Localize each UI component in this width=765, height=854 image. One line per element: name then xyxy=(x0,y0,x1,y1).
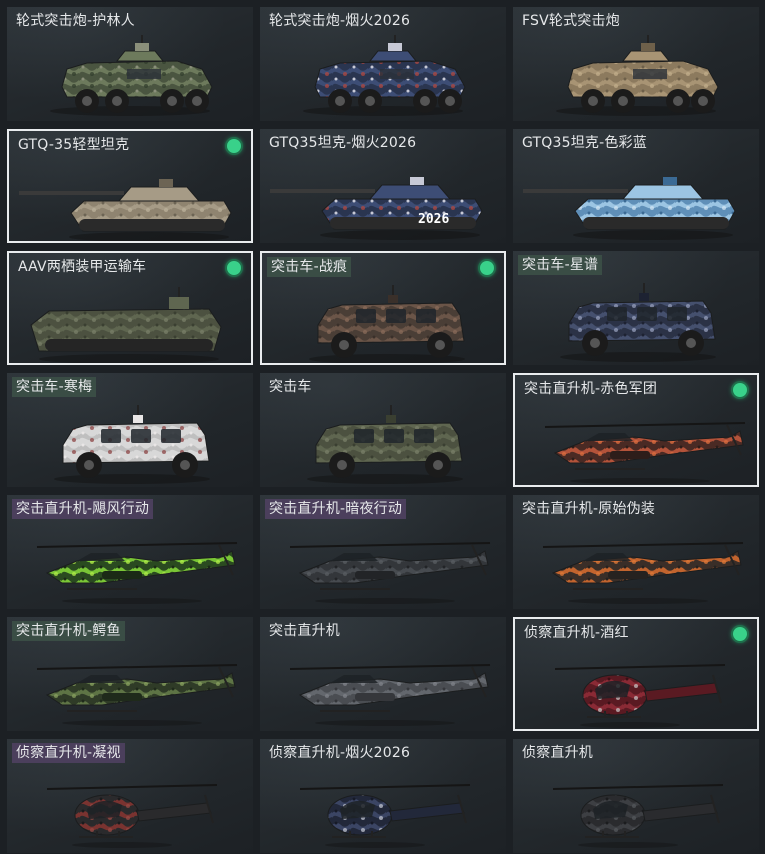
truck-image xyxy=(307,405,463,484)
vehicle-skin-card[interactable]: AAV两栖装甲运输车 xyxy=(7,251,253,365)
truck-image xyxy=(560,283,716,362)
vehicle-skin-name: 轮式突击炮-烟火2026 xyxy=(269,13,411,29)
attack-heli-image xyxy=(289,542,491,604)
vehicle-skin-card[interactable]: GTQ35坦克-烟火2026 2026 xyxy=(260,129,506,243)
amphibious-image xyxy=(30,287,222,363)
vehicle-skin-name: GTQ-35轻型坦克 xyxy=(18,137,130,153)
svg-text:2026: 2026 xyxy=(418,212,449,227)
scout-heli-image xyxy=(299,784,471,848)
vehicle-skin-card[interactable]: 突击直升机-暗夜行动 xyxy=(260,495,506,609)
vehicle-skin-name: AAV两栖装甲运输车 xyxy=(18,259,147,275)
attack-heli-image xyxy=(289,664,491,726)
attack-heli-image xyxy=(36,542,238,604)
vehicle-skin-card[interactable]: 突击车-寒梅 xyxy=(7,373,253,487)
wheeled-gun-image xyxy=(50,35,213,116)
attack-heli-image xyxy=(544,422,746,484)
vehicle-skin-name: FSV轮式突击炮 xyxy=(522,13,620,29)
tank-image xyxy=(523,177,736,240)
truck-image xyxy=(309,285,465,363)
wheeled-gun-image xyxy=(556,35,719,116)
tank-image: 2026 xyxy=(270,177,483,240)
vehicle-skin-card[interactable]: 突击直升机-鳄鱼 xyxy=(7,617,253,731)
scout-heli-image xyxy=(554,664,726,728)
vehicle-skin-name: 突击车-星谱 xyxy=(518,255,603,275)
truck-image xyxy=(54,405,210,484)
vehicle-skin-card[interactable]: 突击车-战痕 xyxy=(260,251,506,365)
vehicle-skin-name: 突击直升机-赤色军团 xyxy=(524,381,658,397)
vehicle-skin-name: 突击直升机-鳄鱼 xyxy=(12,621,125,641)
vehicle-skin-card[interactable]: 突击直升机-赤色军团 xyxy=(513,373,759,487)
vehicle-skin-card[interactable]: 轮式突击炮-护林人 xyxy=(7,7,253,121)
vehicle-skin-name: 突击车-寒梅 xyxy=(12,377,97,397)
vehicle-skin-card[interactable]: 侦察直升机-凝视 xyxy=(7,739,253,853)
vehicle-skin-name: GTQ35坦克-烟火2026 xyxy=(269,135,417,151)
attack-heli-image xyxy=(542,542,744,604)
vehicle-skin-name: GTQ35坦克-色彩蓝 xyxy=(522,135,647,151)
vehicle-skin-name: 侦察直升机 xyxy=(522,745,593,761)
vehicle-skin-card[interactable]: 侦察直升机-酒红 xyxy=(513,617,759,731)
tank-image xyxy=(19,179,232,241)
scout-heli-image xyxy=(46,784,218,848)
vehicle-skin-name: 突击直升机-暗夜行动 xyxy=(265,499,407,519)
equipped-indicator-icon xyxy=(227,139,241,153)
vehicle-skin-card[interactable]: 突击直升机 xyxy=(260,617,506,731)
vehicle-skin-card[interactable]: 突击直升机-飓风行动 xyxy=(7,495,253,609)
vehicle-skin-card[interactable]: FSV轮式突击炮 xyxy=(513,7,759,121)
vehicle-skin-name: 侦察直升机-烟火2026 xyxy=(269,745,411,761)
equipped-indicator-icon xyxy=(480,261,494,275)
vehicle-skin-name: 侦察直升机-酒红 xyxy=(524,625,629,641)
vehicle-skin-card[interactable]: 突击车 xyxy=(260,373,506,487)
vehicle-skin-name: 突击直升机-原始伪装 xyxy=(522,501,656,517)
equipped-indicator-icon xyxy=(733,627,747,641)
vehicle-skin-card[interactable]: 侦察直升机-烟火2026 xyxy=(260,739,506,853)
vehicle-skin-card[interactable]: 突击车-星谱 xyxy=(513,251,759,365)
vehicle-skin-name: 轮式突击炮-护林人 xyxy=(16,13,135,29)
vehicle-skin-card[interactable]: GTQ-35轻型坦克 xyxy=(7,129,253,243)
vehicle-skin-name: 突击直升机-飓风行动 xyxy=(12,499,154,519)
vehicle-skin-card[interactable]: 侦察直升机 xyxy=(513,739,759,853)
equipped-indicator-icon xyxy=(227,261,241,275)
equipped-indicator-icon xyxy=(733,383,747,397)
wheeled-gun-image xyxy=(303,35,466,116)
vehicle-skin-name: 侦察直升机-凝视 xyxy=(12,743,125,763)
vehicle-skin-name: 突击直升机 xyxy=(269,623,340,639)
attack-heli-image xyxy=(36,664,238,726)
vehicle-skin-card[interactable]: GTQ35坦克-色彩蓝 xyxy=(513,129,759,243)
vehicle-skin-card[interactable]: 轮式突击炮-烟火2026 xyxy=(260,7,506,121)
vehicle-skin-grid: 轮式突击炮-护林人 轮式突击炮-烟火2026 FSV轮式突击炮 GTQ-35轻型… xyxy=(0,0,765,854)
vehicle-skin-name: 突击车-战痕 xyxy=(267,257,352,277)
scout-heli-image xyxy=(552,784,724,848)
vehicle-skin-card[interactable]: 突击直升机-原始伪装 xyxy=(513,495,759,609)
vehicle-skin-name: 突击车 xyxy=(269,379,312,395)
